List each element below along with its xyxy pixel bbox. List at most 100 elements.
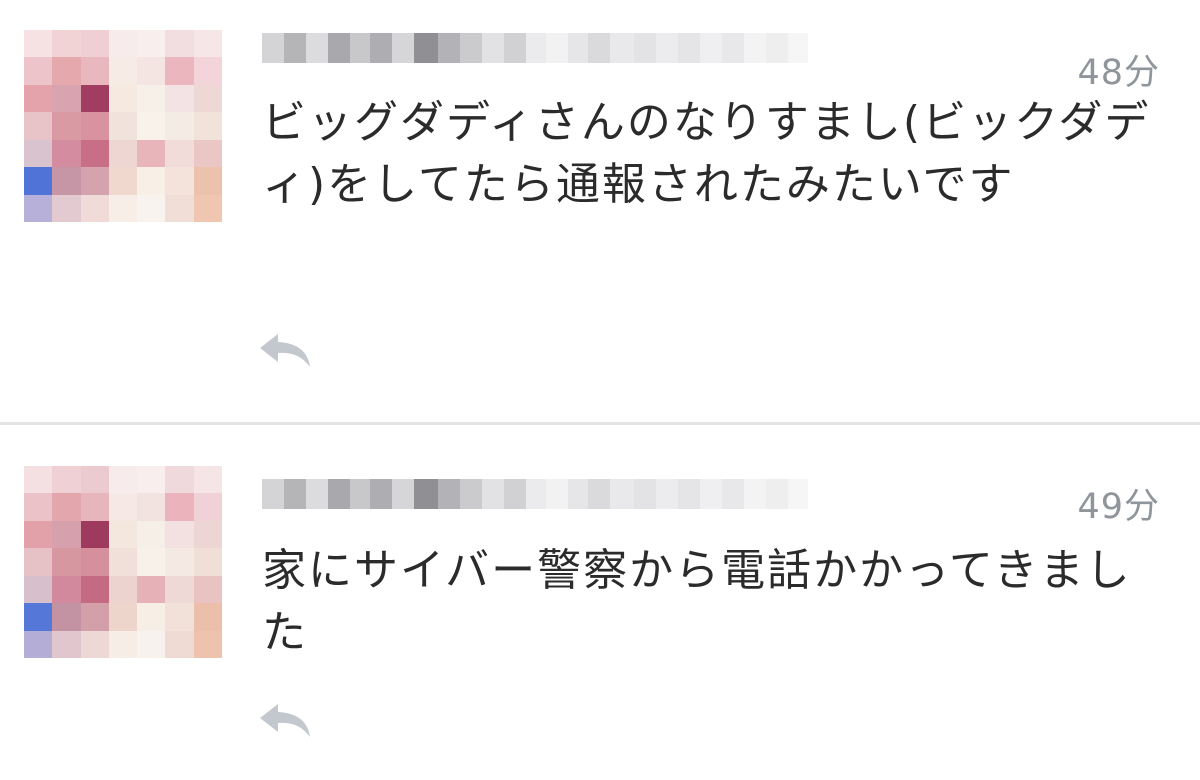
tweet[interactable]: 48分 ビッグダディさんのなりすまし(ビックダディ)をしてたら通報されたみたいで… <box>0 0 1200 422</box>
avatar-pixel <box>193 548 222 576</box>
avatar-pixel <box>108 575 138 604</box>
avatar-pixel <box>52 112 81 140</box>
avatar-pixel <box>80 139 109 168</box>
avatar-pixel <box>165 30 194 58</box>
username-blur-block <box>634 33 656 63</box>
avatar-pixel <box>24 194 53 222</box>
username-blur-block <box>678 479 700 509</box>
username-blur-block <box>370 33 392 63</box>
username-blur-block <box>722 33 744 63</box>
reply-arrow-icon[interactable] <box>256 700 318 740</box>
username-blur-block <box>262 479 284 509</box>
avatar-pixel <box>137 603 166 631</box>
avatar-pixel <box>24 603 53 631</box>
avatar-pixel <box>137 139 166 168</box>
avatar-pixel <box>24 630 53 658</box>
tweet-text: ビッグダディさんのなりすまし(ビックダディ)をしてたら通報されたみたいです <box>262 97 1151 210</box>
username-blur-block <box>284 479 306 509</box>
avatar-pixel <box>137 520 166 549</box>
avatar-pixel <box>24 466 53 494</box>
username-blur-block <box>482 479 504 509</box>
username-blur-block <box>546 33 568 63</box>
username-blur-block <box>328 33 350 63</box>
username-blur-block <box>392 33 414 63</box>
username-blur-block <box>546 479 568 509</box>
avatar-pixel <box>108 466 138 494</box>
username-blur-block <box>306 479 328 509</box>
avatar-pixel <box>165 630 194 658</box>
avatar-pixel <box>137 466 166 494</box>
avatar-pixel <box>137 575 166 604</box>
avatar-pixel <box>165 194 194 222</box>
avatar-pixel <box>193 194 222 222</box>
avatar-pixel <box>193 520 222 549</box>
avatar-pixel <box>193 30 222 58</box>
avatar-pixel <box>24 112 53 140</box>
username-blur-block <box>460 479 482 509</box>
avatar-pixel <box>24 57 53 85</box>
username-blur-block <box>766 33 788 63</box>
username-blur-block <box>788 33 808 63</box>
avatar-pixel <box>137 84 166 113</box>
username-blur-block <box>744 479 766 509</box>
avatar-pixel <box>108 548 138 576</box>
username-blur-block <box>568 33 588 63</box>
username-blur-block <box>700 479 722 509</box>
avatar-pixel <box>137 57 166 85</box>
username-blurred[interactable] <box>262 466 808 522</box>
avatar[interactable] <box>24 466 222 658</box>
avatar-pixel <box>108 493 138 521</box>
username-blur-block <box>588 479 610 509</box>
username-blur-block <box>526 479 546 509</box>
avatar-pixel <box>193 603 222 631</box>
avatar[interactable] <box>24 30 222 222</box>
avatar-pixel <box>24 493 53 521</box>
username-blur-block <box>438 33 460 63</box>
avatar-pixel <box>52 466 81 494</box>
username-blur-block <box>766 479 788 509</box>
avatar-pixel <box>137 548 166 576</box>
avatar-pixel <box>193 167 222 195</box>
username-blur-block <box>350 479 370 509</box>
tweet-separator <box>0 422 1200 425</box>
avatar-pixel <box>108 167 138 195</box>
avatar-pixel <box>80 30 109 58</box>
avatar-pixel <box>137 630 166 658</box>
tweet-text: 家にサイバー警察から電話かかってきました <box>262 545 1132 658</box>
tweet-feed: 48分 ビッグダディさんのなりすまし(ビックダディ)をしてたら通報されたみたいで… <box>0 0 1200 780</box>
avatar-pixel <box>165 603 194 631</box>
avatar-pixel <box>80 57 109 85</box>
avatar-pixel <box>108 30 138 58</box>
username-blur-block <box>722 479 744 509</box>
avatar-pixel <box>108 520 138 549</box>
avatar-pixel <box>193 112 222 140</box>
username-blur-block <box>678 33 700 63</box>
avatar-pixel <box>24 520 53 549</box>
avatar-pixel <box>165 112 194 140</box>
avatar-pixel <box>24 84 53 113</box>
avatar-pixel <box>193 57 222 85</box>
timestamp: 48分 <box>1077 53 1160 93</box>
avatar-pixel <box>108 603 138 631</box>
reply-arrow-icon[interactable] <box>256 330 318 370</box>
avatar-pixel <box>80 167 109 195</box>
tweet[interactable]: 49分 家にサイバー警察から電話かかってきました <box>0 426 1200 780</box>
avatar-pixel <box>108 194 138 222</box>
username-blur-block <box>306 33 328 63</box>
username-blur-block <box>482 33 504 63</box>
avatar-pixel <box>80 630 109 658</box>
username-blur-block <box>656 479 678 509</box>
avatar-pixel <box>193 630 222 658</box>
username-blur-block <box>414 479 438 509</box>
username-blurred[interactable] <box>262 20 808 76</box>
avatar-pixel <box>108 139 138 168</box>
avatar-pixel <box>165 84 194 113</box>
avatar-pixel <box>80 112 109 140</box>
avatar-pixel <box>80 603 109 631</box>
username-blur-block <box>610 33 634 63</box>
avatar-pixel <box>137 30 166 58</box>
avatar-pixel <box>165 167 194 195</box>
avatar-pixel <box>52 139 81 168</box>
avatar-pixel <box>165 520 194 549</box>
avatar-pixel <box>80 194 109 222</box>
